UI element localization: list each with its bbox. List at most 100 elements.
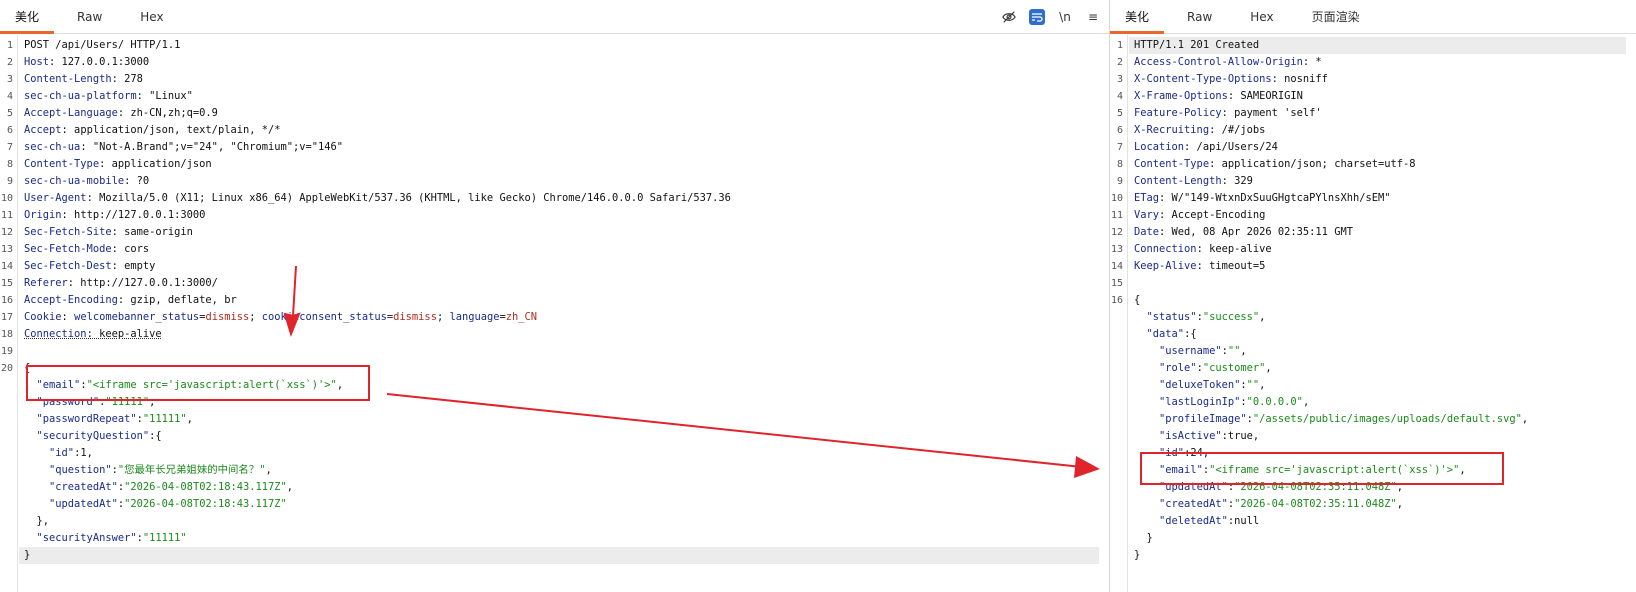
json-string: "customer": [1202, 362, 1266, 374]
code-line: "role":"customer",: [1110, 360, 1636, 377]
line-content: "profileImage":"/assets/public/images/up…: [1134, 411, 1528, 428]
header-name: Cookie: [24, 311, 62, 323]
tab-raw[interactable]: Raw: [1172, 0, 1227, 33]
line-content: POST /api/Users/ HTTP/1.1: [24, 37, 180, 54]
line-content: Referer: http://127.0.0.1:3000/: [24, 275, 218, 292]
code-line: 12 Date: Wed, 08 Apr 2026 02:35:11 GMT: [1110, 224, 1636, 241]
code-line: 1 HTTP/1.1 201 Created: [1110, 37, 1636, 54]
json-punct: [24, 413, 37, 425]
code-line: 8 Content-Type: application/json; charset…: [1110, 156, 1636, 173]
header-value: : keep-alive: [86, 328, 162, 340]
menu-icon[interactable]: ≡: [1085, 9, 1101, 25]
code-line: 16 Accept-Encoding: gzip, deflate, br: [0, 292, 1109, 309]
word-wrap-icon[interactable]: [1029, 9, 1045, 25]
request-pane: 美化 Raw Hex \n ≡ 1 POST /api/Users/ HTTP/1…: [0, 0, 1109, 592]
line-content: Date: Wed, 08 Apr 2026 02:35:11 GMT: [1134, 224, 1353, 241]
json-string: "2026-04-08T02:18:43.117Z": [124, 498, 287, 510]
header-value: : cors: [111, 243, 150, 255]
line-content: "isActive":true,: [1134, 428, 1259, 445]
tab-hex[interactable]: Hex: [125, 0, 178, 33]
json-punct: [1134, 379, 1159, 391]
line-content: Connection: keep-alive: [24, 326, 162, 343]
header-value: : Accept-Encoding: [1159, 209, 1266, 221]
line-content: Sec-Fetch-Site: same-origin: [24, 224, 193, 241]
request-editor[interactable]: 1 POST /api/Users/ HTTP/1.1 2 Host: 127.0.0…: [0, 35, 1109, 592]
line-content: "data":{: [1134, 326, 1197, 343]
line-number: 16: [1110, 295, 1123, 306]
hide-eye-icon[interactable]: [1001, 9, 1017, 25]
code-line: "id":1,: [0, 445, 1109, 462]
cookie-value: dismiss: [393, 311, 437, 323]
json-punct: [1134, 345, 1159, 357]
json-key: "deletedAt": [1159, 515, 1228, 527]
code-line: "securityAnswer":"11111": [0, 530, 1109, 547]
header-value: : application/json, text/plain, */*: [61, 124, 281, 136]
header-name: User-Agent: [24, 192, 87, 204]
header-name: Date: [1134, 226, 1160, 238]
json-punct: }: [1134, 549, 1141, 561]
line-number: 13: [1110, 244, 1123, 255]
line-content: Vary: Accept-Encoding: [1134, 207, 1265, 224]
json-key: "lastLoginIp": [1159, 396, 1241, 408]
code-line: 15: [1110, 275, 1636, 292]
cookie-name: welcomebanner_status: [74, 311, 200, 323]
header-value: : "Linux": [136, 90, 193, 102]
cookie-name: language: [449, 311, 500, 323]
json-punct: [24, 464, 49, 476]
line-content: Accept-Language: zh-CN,zh;q=0.9: [24, 105, 218, 122]
tab-hex[interactable]: Hex: [1235, 0, 1288, 33]
line-number: 11: [1110, 210, 1123, 221]
json-key: "updatedAt": [49, 498, 118, 510]
line-content: "status":"success",: [1134, 309, 1266, 326]
header-name: sec-ch-ua: [24, 141, 81, 153]
json-punct: [1134, 328, 1147, 340]
json-key: "deluxeToken": [1159, 379, 1241, 391]
code-line: 10 User-Agent: Mozilla/5.0 (X11; Linux x8…: [0, 190, 1109, 207]
line-number: 18: [0, 329, 13, 340]
newline-toggle-icon[interactable]: \n: [1057, 9, 1073, 25]
tab-render[interactable]: 页面渲染: [1297, 0, 1375, 33]
line-content: "username":"",: [1134, 343, 1247, 360]
header-name: Content-Type: [24, 158, 100, 170]
line-content: sec-ch-ua-platform: "Linux": [24, 88, 193, 105]
line-content: },: [24, 513, 50, 530]
header-value: : /#/jobs: [1209, 124, 1266, 136]
code-line: 13 Connection: keep-alive: [1110, 241, 1636, 258]
code-line: 6 Accept: application/json, text/plain, *…: [0, 122, 1109, 139]
tab-raw[interactable]: Raw: [62, 0, 117, 33]
header-name: Vary: [1134, 209, 1160, 221]
line-number: 10: [0, 193, 13, 204]
response-editor[interactable]: 1 HTTP/1.1 201 Created 2 Access-Control-All…: [1110, 35, 1636, 592]
code-line: 19: [0, 343, 1109, 360]
line-content: Content-Length: 278: [24, 71, 143, 88]
code-line: "updatedAt":"2026-04-08T02:18:43.117Z": [0, 496, 1109, 513]
line-number: 9: [6, 176, 13, 187]
line-number: 5: [1116, 108, 1123, 119]
code-line: "username":"",: [1110, 343, 1636, 360]
line-number: 12: [0, 227, 13, 238]
json-punct: [1134, 498, 1159, 510]
json-punct: [24, 481, 49, 493]
header-value: : http://127.0.0.1:3000: [61, 209, 206, 221]
json-string: "11111": [142, 413, 187, 425]
json-string: "您最年长兄弟姐妹的中间名？": [117, 464, 266, 476]
line-content: Cookie: welcomebanner_status=dismiss; co…: [24, 309, 537, 326]
code-line: "securityQuestion":{: [0, 428, 1109, 445]
tab-pretty[interactable]: 美化: [1110, 0, 1165, 34]
line-number: 5: [6, 108, 13, 119]
json-punct: ,: [265, 464, 272, 476]
tab-pretty[interactable]: 美化: [0, 0, 55, 34]
code-line: 2 Access-Control-Allow-Origin: *: [1110, 54, 1636, 71]
line-content: {: [1134, 292, 1140, 309]
header-value: : gzip, deflate, br: [117, 294, 237, 306]
json-punct: [1134, 430, 1159, 442]
json-punct: ,: [1240, 345, 1247, 357]
json-key: "status": [1146, 311, 1197, 323]
editor-toolbar: \n ≡: [1001, 0, 1101, 34]
line-content: Accept: application/json, text/plain, */…: [24, 122, 281, 139]
header-value: : timeout=5: [1196, 260, 1266, 272]
line-content: "question":"您最年长兄弟姐妹的中间名？",: [24, 462, 272, 479]
json-key: "securityQuestion": [36, 430, 150, 442]
header-value: : application/json; charset=utf-8: [1209, 158, 1416, 170]
line-number: 6: [1116, 125, 1123, 136]
